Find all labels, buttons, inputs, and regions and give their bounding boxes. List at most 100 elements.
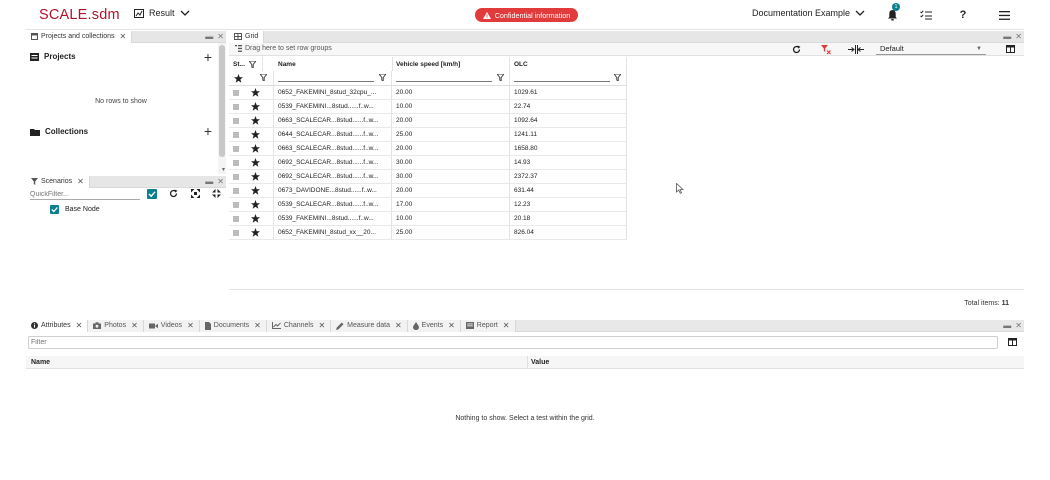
column-header-olc[interactable]: OLC	[510, 57, 627, 71]
close-icon[interactable]: ✕	[120, 32, 127, 41]
table-row[interactable]: 0539_FAKEMINI...8stud......f..w... 10.00…	[229, 212, 627, 226]
drag-handle-icon[interactable]	[229, 100, 251, 113]
close-icon[interactable]: ✕	[254, 321, 261, 330]
table-row[interactable]: 0539_FAKEMINI...8stud......f..w... 10.00…	[229, 100, 627, 114]
row-group-dropzone[interactable]: Drag here to set row groups	[235, 45, 332, 52]
minimize-icon[interactable]: ▬	[205, 32, 213, 42]
filter-icon[interactable]	[614, 74, 621, 81]
star-icon[interactable]	[249, 142, 274, 155]
column-header-value[interactable]: Value	[531, 359, 549, 366]
close-icon[interactable]: ✕	[131, 321, 138, 330]
close-icon[interactable]: ✕	[1015, 32, 1022, 42]
filter-icon[interactable]	[247, 57, 263, 71]
columns-panel-button[interactable]	[1006, 45, 1015, 53]
scenario-checkbox[interactable]	[50, 205, 59, 214]
filter-icon[interactable]	[260, 74, 267, 81]
olc-filter-input[interactable]	[514, 74, 610, 82]
tab-channels[interactable]: Channels ✕	[266, 319, 332, 332]
table-row[interactable]: 0652_FAKEMINI_8stud_32cpu_... 20.00 1029…	[229, 86, 627, 100]
project-select[interactable]: Documentation Example	[752, 8, 865, 18]
close-icon[interactable]: ✕	[217, 177, 224, 187]
collapse-button[interactable]	[212, 189, 221, 198]
scenario-item[interactable]: Base Node	[50, 205, 100, 214]
layout-select[interactable]: Default ▼	[876, 43, 986, 55]
minimize-icon[interactable]: ▬	[205, 177, 213, 187]
tab-report[interactable]: Report ✕	[460, 319, 516, 332]
tab-scenarios[interactable]: Scenarios ✕	[26, 175, 90, 188]
star-icon[interactable]	[249, 100, 274, 113]
table-row[interactable]: 0663_SCALECAR...8stud......f..w... 20.00…	[229, 114, 627, 128]
table-row[interactable]: 0692_SCALECAR...8stud......f..w... 30.00…	[229, 156, 627, 170]
tab-attributes[interactable]: Attributes ✕	[26, 319, 89, 332]
drag-handle-icon[interactable]	[229, 114, 251, 127]
drag-handle-icon[interactable]	[229, 226, 251, 239]
fit-columns-button[interactable]	[848, 45, 864, 54]
refresh-button[interactable]	[169, 189, 178, 198]
tab-measure-data[interactable]: Measure data ✕	[331, 319, 408, 332]
close-icon[interactable]: ✕	[1015, 321, 1022, 331]
table-row[interactable]: 0663_SCALECAR...8stud......f..w... 20.00…	[229, 142, 627, 156]
tab-photos[interactable]: Photos ✕	[88, 319, 144, 332]
menu-button[interactable]	[996, 7, 1012, 23]
app-logo[interactable]: SCALE.sdm	[39, 7, 120, 23]
drag-handle-icon[interactable]	[229, 86, 251, 99]
star-icon[interactable]	[249, 128, 274, 141]
close-icon[interactable]: ✕	[77, 177, 84, 186]
drag-handle-icon[interactable]	[229, 156, 251, 169]
filter-icon[interactable]	[497, 74, 504, 81]
table-row[interactable]: 0644_SCALECAR...8stud......f..w... 25.00…	[229, 128, 627, 142]
column-header-name[interactable]: Name	[31, 359, 50, 366]
drag-handle-icon[interactable]	[229, 128, 251, 141]
star-icon[interactable]	[249, 198, 274, 211]
add-project-button[interactable]: +	[204, 50, 212, 64]
star-icon[interactable]	[249, 114, 274, 127]
tab-grid[interactable]: Grid	[229, 30, 265, 43]
column-header-speed[interactable]: Vehicle speed [km/h]	[392, 57, 510, 71]
notifications-button[interactable]: 1	[884, 3, 900, 23]
collections-section[interactable]: Collections	[30, 127, 88, 136]
column-header-name[interactable]: Name	[274, 57, 393, 71]
tab-documents[interactable]: Documents ✕	[199, 319, 267, 332]
expand-button[interactable]	[191, 189, 200, 198]
drag-handle-icon[interactable]	[229, 142, 251, 155]
table-row[interactable]: 0692_SCALECAR...8stud......f..w... 30.00…	[229, 170, 627, 184]
drag-handle-icon[interactable]	[229, 170, 251, 183]
minimize-icon[interactable]: ▬	[1003, 32, 1011, 42]
close-icon[interactable]: ✕	[503, 321, 510, 330]
star-icon[interactable]	[249, 184, 274, 197]
star-icon[interactable]	[234, 74, 243, 83]
scrollbar-thumb[interactable]	[219, 45, 225, 157]
quickfilter-input[interactable]	[30, 189, 140, 200]
tasks-button[interactable]	[918, 7, 934, 23]
columns-panel-button[interactable]	[1008, 338, 1017, 346]
star-icon[interactable]	[249, 156, 274, 169]
tab-projects-collections[interactable]: Projects and collections ✕	[26, 30, 133, 43]
scroll-down-icon[interactable]: ▾	[222, 166, 225, 173]
table-row[interactable]: 0673_DAVIDONE...8stud......f..w... 20.00…	[229, 184, 627, 198]
close-icon[interactable]: ✕	[217, 32, 224, 42]
close-icon[interactable]: ✕	[395, 321, 402, 330]
projects-section[interactable]: Projects	[30, 52, 76, 61]
close-icon[interactable]: ✕	[76, 321, 83, 330]
close-icon[interactable]: ✕	[318, 321, 325, 330]
table-row[interactable]: 0652_FAKEMINI_8stud_xx__20... 25.00 826.…	[229, 226, 627, 240]
tab-events[interactable]: Events ✕	[407, 319, 461, 332]
drag-handle-icon[interactable]	[229, 212, 251, 225]
view-menu[interactable]: Result	[134, 8, 190, 18]
name-filter-input[interactable]	[278, 74, 374, 82]
table-row[interactable]: 0539_SCALECAR...8stud......f..w... 17.00…	[229, 198, 627, 212]
refresh-button[interactable]	[792, 45, 801, 54]
star-icon[interactable]	[249, 212, 274, 225]
filter-icon[interactable]	[379, 74, 386, 81]
scrollbar[interactable]	[218, 43, 226, 174]
minimize-icon[interactable]: ▬	[1003, 321, 1011, 331]
add-collection-button[interactable]: +	[204, 124, 212, 138]
clear-filter-button[interactable]	[821, 45, 831, 55]
tab-videos[interactable]: Videos ✕	[143, 319, 200, 332]
star-icon[interactable]	[249, 86, 274, 99]
attribute-filter-input[interactable]	[28, 336, 998, 349]
speed-filter-input[interactable]	[396, 74, 492, 82]
select-all-checkbox[interactable]	[147, 189, 157, 199]
help-button[interactable]: ?	[955, 7, 971, 23]
close-icon[interactable]: ✕	[448, 321, 455, 330]
